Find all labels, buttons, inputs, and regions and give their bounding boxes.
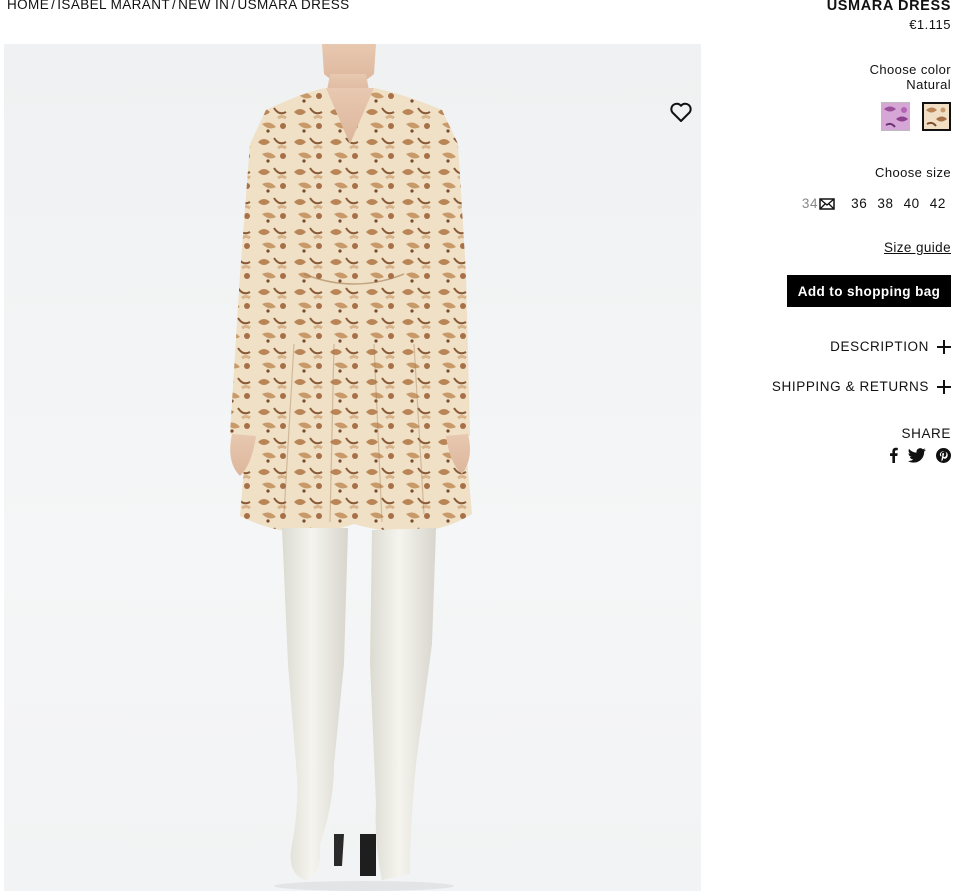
choose-color-label: Choose color	[869, 62, 951, 77]
choose-size-label: Choose size	[875, 165, 951, 180]
shipping-returns-label: SHIPPING & RETURNS	[771, 379, 929, 394]
plus-icon	[937, 379, 951, 394]
product-image[interactable]	[4, 44, 701, 891]
breadcrumb-home[interactable]: HOME	[7, 0, 49, 12]
size-option-42[interactable]: 42	[930, 196, 946, 211]
breadcrumb-current[interactable]: USMARA DRESS	[237, 0, 349, 12]
breadcrumb: HOME / ISABEL MARANT / NEW IN / USMARA DRESS	[7, 0, 350, 12]
product-price: €1.115	[909, 17, 951, 32]
size-option-34[interactable]: 34	[802, 196, 835, 211]
swatch-pattern-pink	[882, 103, 909, 130]
size-selector: 34 36 38 40 42	[802, 196, 951, 211]
color-swatch-pink[interactable]	[881, 102, 910, 131]
shipping-returns-accordion[interactable]: SHIPPING & RETURNS	[772, 379, 951, 394]
breadcrumb-separator: /	[172, 0, 177, 12]
twitter-icon[interactable]	[908, 447, 926, 463]
swatch-pattern-natural	[924, 104, 949, 129]
wishlist-heart-icon[interactable]	[669, 100, 693, 124]
breadcrumb-separator: /	[231, 0, 236, 12]
share-label: SHARE	[901, 426, 951, 441]
breadcrumb-brand[interactable]: ISABEL MARANT	[57, 0, 170, 12]
size-option-38[interactable]: 38	[877, 196, 893, 211]
pinterest-icon[interactable]	[936, 447, 951, 463]
breadcrumb-new-in[interactable]: NEW IN	[178, 0, 229, 12]
description-label: DESCRIPTION	[830, 339, 929, 354]
size-option-40[interactable]: 40	[904, 196, 920, 211]
add-to-bag-button[interactable]: Add to shopping bag	[787, 275, 951, 307]
envelope-icon	[819, 197, 835, 210]
color-swatch-natural[interactable]	[922, 102, 951, 131]
plus-icon	[937, 339, 951, 354]
share-icons	[879, 447, 951, 463]
selected-color-label: Natural	[906, 77, 951, 92]
description-accordion[interactable]: DESCRIPTION	[830, 339, 951, 354]
model-photo	[230, 44, 472, 891]
size-guide-link[interactable]: Size guide	[884, 240, 951, 255]
size-option-36[interactable]: 36	[851, 196, 867, 211]
product-title: USMARA DRESS	[826, 0, 951, 14]
facebook-icon[interactable]	[889, 447, 898, 463]
breadcrumb-separator: /	[51, 0, 56, 12]
size-label: 34	[801, 196, 819, 211]
